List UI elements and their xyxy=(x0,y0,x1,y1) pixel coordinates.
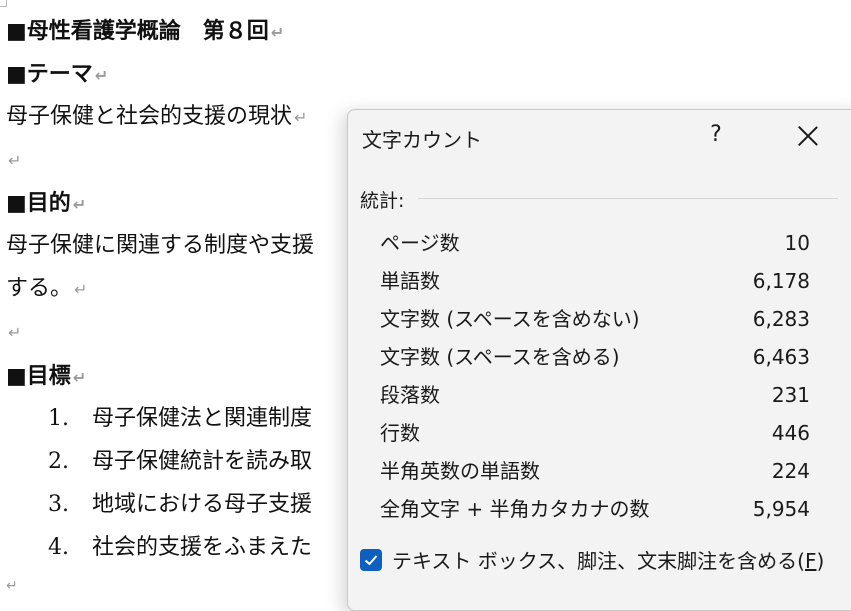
accelerator-key: F xyxy=(804,549,817,573)
goals-heading: ■目標 ↵ xyxy=(6,361,86,393)
checkbox-checked-icon[interactable] xyxy=(360,549,382,571)
list-item: 社会的支援をふまえた xyxy=(92,535,313,560)
stat-row-pages: ページ数 10 xyxy=(380,224,810,262)
paragraph-mark: ↵ xyxy=(270,23,285,42)
theme-heading: ■テーマ ↵ xyxy=(6,59,108,91)
checkbox-label-text: テキスト ボックス、脚注、文末脚注を含める( xyxy=(392,549,805,573)
stat-value: 6,463 xyxy=(752,345,810,369)
stat-value: 6,178 xyxy=(752,269,810,293)
list-item: 母子保健法と関連制度 xyxy=(92,406,313,431)
purpose-text-1: 母子保健に関連する制度や支援 xyxy=(6,233,315,258)
paragraph-mark: ↵ xyxy=(6,578,18,594)
stat-label: ページ数 xyxy=(380,231,460,255)
list-number: 1. xyxy=(48,406,69,431)
stat-value: 231 xyxy=(771,383,810,407)
stat-label: 行数 xyxy=(380,421,420,445)
section-divider xyxy=(418,198,838,199)
checkbox-label: テキスト ボックス、脚注、文末脚注を含める(F) xyxy=(392,546,824,576)
stat-label: 文字数 (スペースを含める) xyxy=(380,345,620,369)
stat-value: 10 xyxy=(784,231,810,255)
paragraph-mark: ↵ xyxy=(72,368,87,387)
paragraph-mark: ↵ xyxy=(8,151,22,170)
purpose-text-line-1: 母子保健に関連する制度や支援 xyxy=(6,231,314,261)
paragraph-mark: ↵ xyxy=(294,108,308,127)
stat-row-lines: 行数 446 xyxy=(380,414,810,452)
dialog-title: 文字カウント xyxy=(362,128,482,152)
list-number: 3. xyxy=(48,492,69,517)
stat-value: 5,954 xyxy=(752,497,810,521)
document-title: ■母性看護学概論 第８回 ↵ xyxy=(6,16,284,48)
stat-label: 段落数 xyxy=(380,383,440,407)
empty-paragraph: ↵ xyxy=(6,317,21,348)
stat-row-chars-no-spaces: 文字数 (スペースを含めない) 6,283 xyxy=(380,300,810,338)
stat-row-chars-with-spaces: 文字数 (スペースを含める) 6,463 xyxy=(380,338,810,376)
stat-label: 単語数 xyxy=(380,269,440,293)
statistics-label: 統計: xyxy=(360,190,405,212)
goals-heading-text: ■目標 xyxy=(6,363,71,389)
word-count-dialog[interactable]: 文字カウント ? 統計: ページ数 10 単語数 6,178 文字数 (スペース… xyxy=(347,109,851,611)
theme-heading-text: ■テーマ xyxy=(6,61,93,87)
stat-label: 半角英数の単語数 xyxy=(380,459,540,483)
stat-value: 446 xyxy=(771,421,810,445)
stat-label: 全角文字 + 半角カタカナの数 xyxy=(380,497,650,521)
list-number: 4. xyxy=(48,535,69,560)
stat-row-words: 単語数 6,178 xyxy=(380,262,810,300)
purpose-text-line-2: する。 ↵ xyxy=(6,274,87,305)
document-title-text: ■母性看護学概論 第８回 xyxy=(6,18,269,44)
theme-text-content: 母子保健と社会的支援の現状 xyxy=(6,104,293,129)
purpose-heading: ■目的 ↵ xyxy=(6,188,86,220)
theme-text: 母子保健と社会的支援の現状 ↵ xyxy=(6,102,307,133)
purpose-text-2: する。 xyxy=(6,276,73,301)
help-button[interactable]: ? xyxy=(704,122,728,150)
close-icon[interactable] xyxy=(794,122,822,150)
stat-value: 224 xyxy=(771,459,810,483)
page-corner-marker xyxy=(0,0,7,7)
paragraph-mark: ↵ xyxy=(74,280,88,299)
paragraph-mark: ↵ xyxy=(72,195,87,214)
list-number: 2. xyxy=(48,449,69,474)
stat-row-paragraphs: 段落数 231 xyxy=(380,376,810,414)
purpose-heading-text: ■目的 xyxy=(6,190,71,216)
paragraph-mark: ↵ xyxy=(94,66,109,85)
stat-row-halfwidth-words: 半角英数の単語数 224 xyxy=(380,452,810,490)
checkbox-label-suffix: ) xyxy=(816,549,825,573)
paragraph-mark: ↵ xyxy=(8,323,22,342)
stat-label: 文字数 (スペースを含めない) xyxy=(380,307,640,331)
list-item: 地域における母子支援 xyxy=(92,492,313,517)
stat-value: 6,283 xyxy=(752,307,810,331)
stat-row-fullwidth-chars: 全角文字 + 半角カタカナの数 5,954 xyxy=(380,490,810,528)
empty-paragraph: ↵ xyxy=(6,145,21,176)
list-item: 母子保健統計を読み取 xyxy=(92,449,313,474)
